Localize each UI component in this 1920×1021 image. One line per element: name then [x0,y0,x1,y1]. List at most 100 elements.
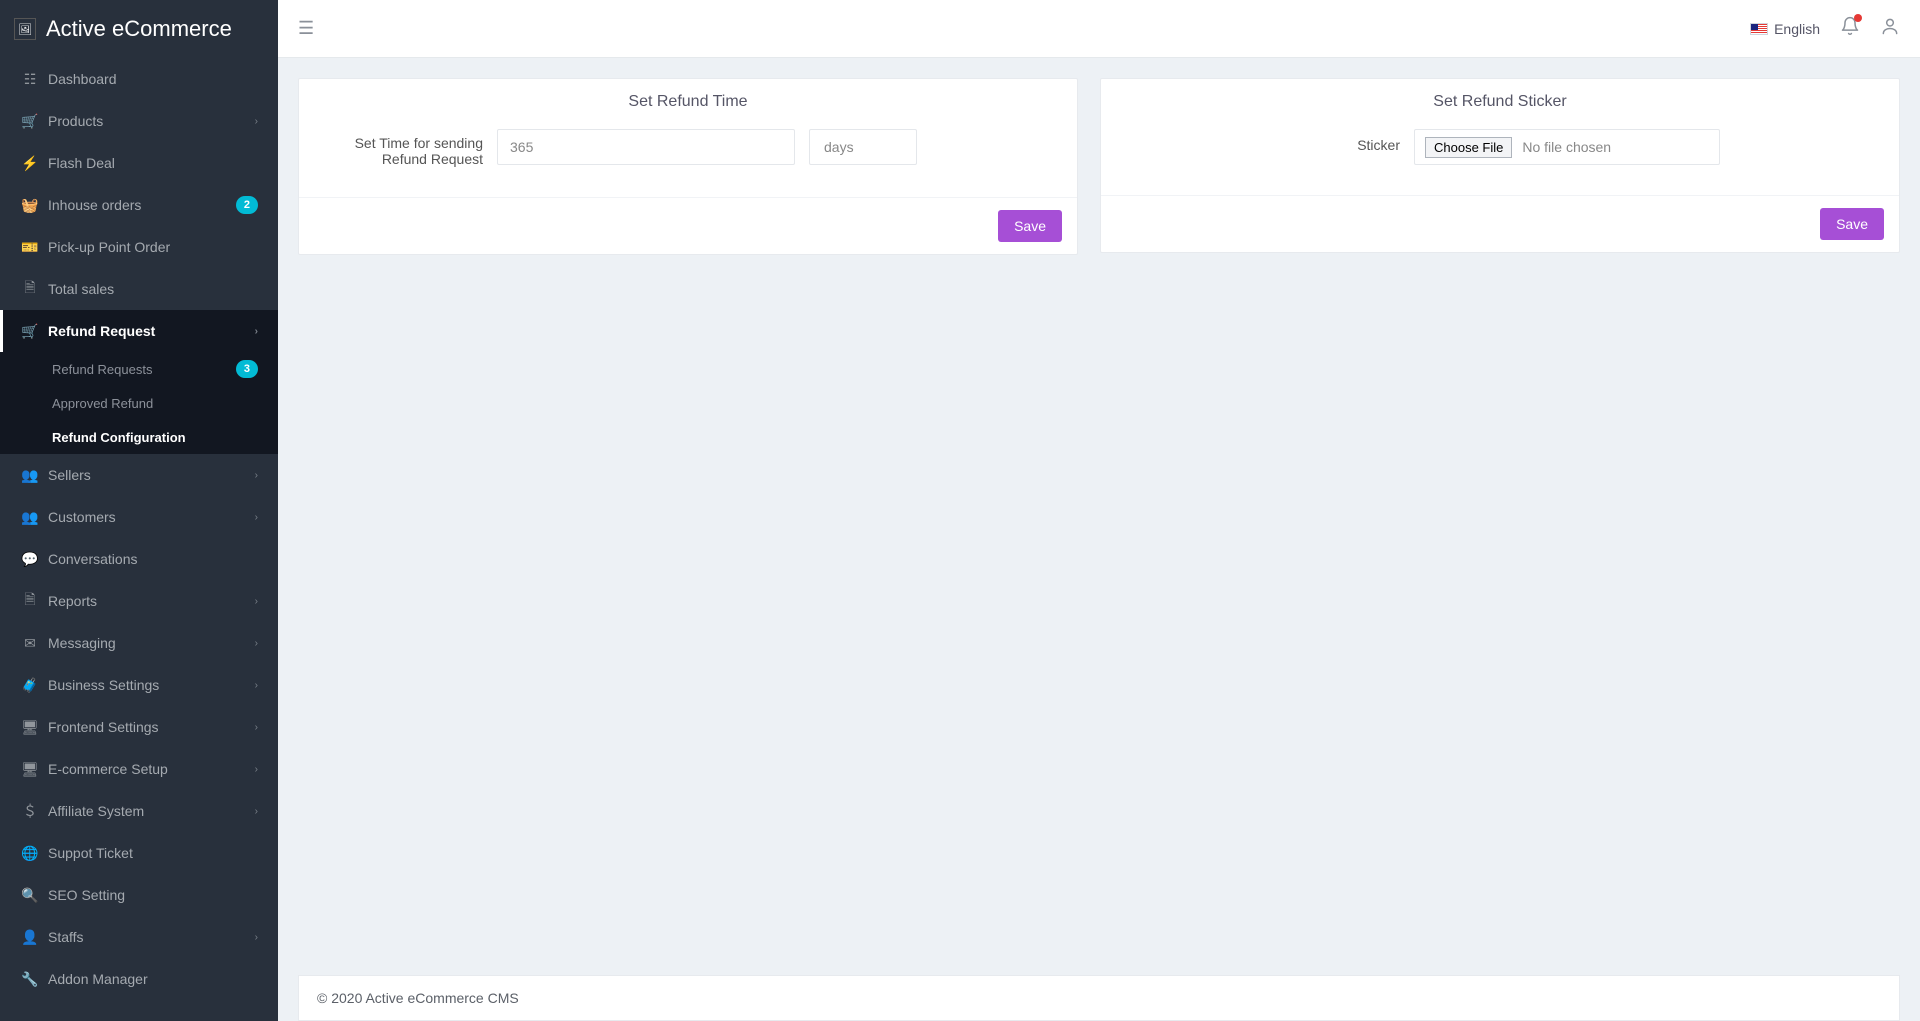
chevron-right-icon: › [255,116,258,127]
choose-file-button[interactable]: Choose File [1425,137,1512,158]
sidebar: 🖼 Active eCommerce ☷Dashboard🛒Products›⚡… [0,0,278,1021]
notification-dot [1854,14,1862,22]
language-label: English [1774,21,1820,37]
sidebar-item-label: Dashboard [48,71,117,87]
bell-icon[interactable] [1840,16,1860,41]
language-switcher[interactable]: English [1750,21,1820,37]
form-row-refund-time: Set Time for sending Refund Request days [319,129,1057,167]
panel-refund-time: Set Refund Time Set Time for sending Ref… [298,78,1078,255]
sidebar-subitem-approved-refund[interactable]: Approved Refund [0,386,278,420]
content-wrap: Set Refund Time Set Time for sending Ref… [278,0,1920,1021]
topbar: ☰ English [278,0,1920,58]
brand-title: Active eCommerce [46,16,232,42]
sidebar-item-label: Affiliate System [48,803,144,819]
sidebar-item-label: Staffs [48,929,84,945]
ticket-icon: 🎫 [18,239,42,256]
chevron-right-icon: › [255,326,258,337]
sidebar-item-frontend-settings[interactable]: 🖥 Frontend Settings › [0,706,278,748]
sidebar-item-dashboard[interactable]: ☷ Dashboard [0,58,278,100]
refund-time-label: Set Time for sending Refund Request [319,129,483,167]
topbar-right: English [1750,16,1900,41]
sticker-label: Sticker [1280,129,1400,153]
users-plus-icon: 👥 [18,509,42,526]
cart-icon: 🛒 [18,113,42,130]
file-icon: 🗎 [18,277,42,301]
sidebar-subitem-label: Refund Requests [52,362,152,377]
panel-footer-refund-time: Save [299,197,1077,254]
panel-body-refund-time: Set Time for sending Refund Request days [299,129,1077,197]
sidebar-item-pick-up-point-order[interactable]: 🎫 Pick-up Point Order [0,226,278,268]
sidebar-item-staffs[interactable]: 👤 Staffs › [0,916,278,958]
chevron-right-icon: › [255,680,258,691]
chevron-right-icon: › [255,932,258,943]
sidebar-item-label: Suppot Ticket [48,845,133,861]
sidebar-subitem-refund-requests[interactable]: Refund Requests 3 [0,352,278,386]
user-icon: 👤 [18,929,42,946]
panel-refund-sticker: Set Refund Sticker Sticker Choose File N… [1100,78,1900,253]
panel-heading-refund-time: Set Refund Time [299,79,1077,129]
bolt-icon: ⚡ [18,155,42,172]
sidebar-item-label: Frontend Settings [48,719,159,735]
sidebar-item-label: SEO Setting [48,887,125,903]
sidebar-item-addon-manager[interactable]: 🔧Addon Manager [0,958,278,1000]
refund-time-input[interactable] [497,129,795,165]
sidebar-item-inhouse-orders[interactable]: 🧺Inhouse orders2 [0,184,278,226]
monitor-icon: 🖥 [18,761,42,778]
sidebar-subitem-refund-configuration[interactable]: Refund Configuration [0,420,278,454]
sidebar-item-label: Customers [48,509,116,525]
content: Set Refund Time Set Time for sending Ref… [278,58,1920,945]
chevron-right-icon: › [255,470,258,481]
users-plus-icon: 👥 [18,467,42,484]
save-refund-time-button[interactable]: Save [998,210,1062,242]
sidebar-item-products[interactable]: 🛒Products› [0,100,278,142]
footer-copyright: © 2020 Active eCommerce CMS [317,990,519,1006]
sidebar-item-label: Reports [48,593,97,609]
sticker-file-control[interactable]: Choose File No file chosen [1414,129,1720,165]
chevron-right-icon: › [255,764,258,775]
briefcase-icon: 🧳 [18,677,42,694]
sidebar-badge: 2 [236,196,258,214]
mail-icon: ✉ [18,635,42,652]
sidebar-nav: ☷Dashboard🛒Products›⚡Flash Deal🧺Inhouse … [0,58,278,1000]
sidebar-badge: 3 [236,360,258,378]
sidebar-item-label: Flash Deal [48,155,115,171]
no-file-label: No file chosen [1522,139,1611,155]
sidebar-item-label: Pick-up Point Order [48,239,170,255]
monitor-icon: 🖥 [18,719,42,736]
sidebar-item-conversations[interactable]: 💬Conversations [0,538,278,580]
dashboard-icon: ☷ [18,71,42,88]
globe-icon: 🌐 [18,845,42,862]
sidebar-item-reports[interactable]: 🗎Reports› [0,580,278,622]
chevron-right-icon: › [255,722,258,733]
sidebar-item-flash-deal[interactable]: ⚡ Flash Deal [0,142,278,184]
flag-us-icon [1750,23,1768,35]
panel-heading-refund-sticker: Set Refund Sticker [1101,79,1899,129]
save-refund-sticker-button[interactable]: Save [1820,208,1884,240]
sidebar-item-affiliate-system[interactable]: ＄Affiliate System› [0,790,278,832]
chevron-right-icon: › [255,638,258,649]
sidebar-item-label: Messaging [48,635,116,651]
sidebar-item-total-sales[interactable]: 🗎 Total sales [0,268,278,310]
sidebar-item-label: Business Settings [48,677,159,693]
sidebar-subitem-label: Refund Configuration [52,430,186,445]
avatar-icon[interactable] [1880,16,1900,41]
dollar-icon: ＄ [18,801,42,821]
panel-body-refund-sticker: Sticker Choose File No file chosen [1101,129,1899,195]
sidebar-item-business-settings[interactable]: 🧳 Business Settings › [0,664,278,706]
sidebar-item-label: Inhouse orders [48,197,141,213]
sidebar-item-refund-request[interactable]: 🛒Refund Request› [0,310,278,352]
sidebar-item-sellers[interactable]: 👥Sellers› [0,454,278,496]
sidebar-item-customers[interactable]: 👥 Customers › [0,496,278,538]
wrench-icon: 🔧 [18,971,42,988]
sidebar-item-suppot-ticket[interactable]: 🌐 Suppot Ticket [0,832,278,874]
brand[interactable]: 🖼 Active eCommerce [0,0,278,58]
sidebar-item-messaging[interactable]: ✉ Messaging › [0,622,278,664]
sidebar-item-e-commerce-setup[interactable]: 🖥E-commerce Setup› [0,748,278,790]
sidebar-item-label: Total sales [48,281,114,297]
doc-icon: 🗎 [18,589,42,613]
form-row-sticker: Sticker Choose File No file chosen [1121,129,1879,165]
hamburger-icon[interactable]: ☰ [298,18,314,39]
chevron-right-icon: › [255,512,258,523]
cart-icon: 🛒 [18,323,42,340]
sidebar-item-seo-setting[interactable]: 🔍SEO Setting [0,874,278,916]
